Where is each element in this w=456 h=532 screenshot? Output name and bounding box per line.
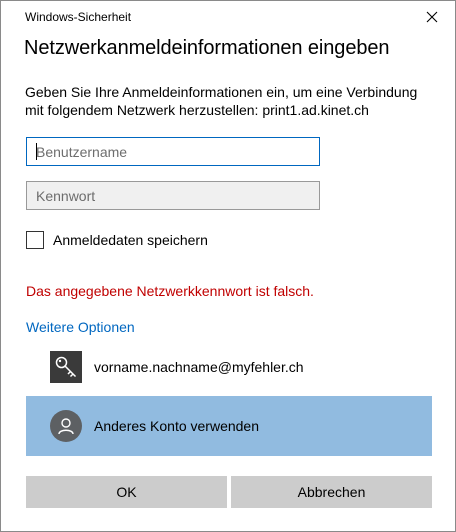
password-input[interactable]	[26, 181, 320, 210]
checkbox-box[interactable]	[26, 231, 44, 249]
more-options-link[interactable]: Weitere Optionen	[26, 319, 135, 335]
other-account-label: Anderes Konto verwenden	[94, 418, 259, 434]
saved-account-option[interactable]: vorname.nachname@myfehler.ch	[26, 337, 432, 397]
dialog-description: Geben Sie Ihre Anmeldeinformationen ein,…	[25, 84, 418, 118]
text-caret	[36, 143, 37, 160]
close-button[interactable]	[409, 1, 455, 33]
other-account-option[interactable]: Anderes Konto verwenden	[26, 396, 432, 456]
user-icon	[50, 410, 82, 442]
checkbox-label: Anmeldedaten speichern	[53, 232, 208, 248]
username-input[interactable]	[26, 137, 320, 166]
remember-credentials-checkbox[interactable]: Anmeldedaten speichern	[26, 229, 208, 251]
ok-button[interactable]: OK	[26, 476, 227, 508]
title-bar: Windows-Sicherheit	[1, 1, 455, 33]
window-title: Windows-Sicherheit	[25, 10, 132, 24]
close-icon	[426, 11, 438, 23]
dialog-heading: Netzwerkanmeldeinformationen eingeben	[24, 37, 390, 59]
error-message: Das angegebene Netzwerkkennwort ist fals…	[26, 283, 314, 299]
key-icon	[50, 351, 82, 383]
cancel-button[interactable]: Abbrechen	[231, 476, 432, 508]
saved-account-label: vorname.nachname@myfehler.ch	[94, 359, 304, 375]
credential-dialog: Windows-Sicherheit Netzwerkanmeldeinform…	[0, 0, 456, 532]
